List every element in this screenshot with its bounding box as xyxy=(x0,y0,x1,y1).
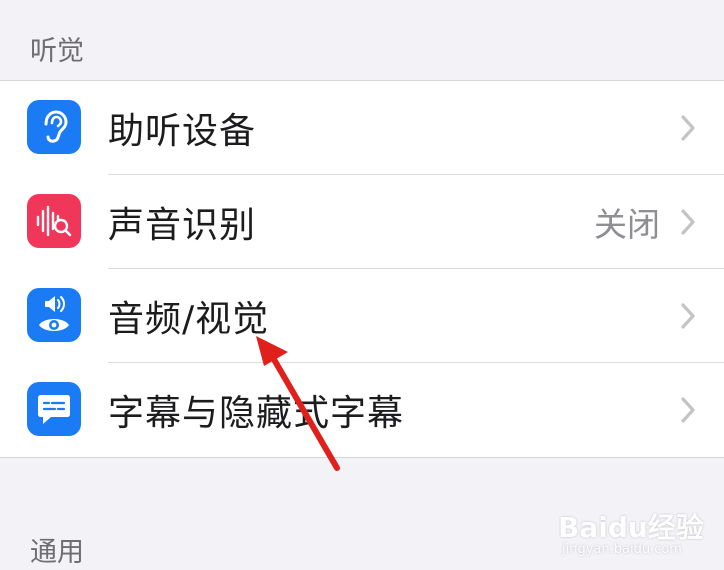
watermark-sub: jingyan.baidu.com xyxy=(562,542,682,557)
status-value: 关闭 xyxy=(594,205,660,244)
row-label: 助听设备 xyxy=(108,111,257,152)
audio-visual-icon xyxy=(27,288,81,342)
captions-icon xyxy=(27,382,81,436)
section-header-hearing: 听觉 xyxy=(30,36,84,67)
row-label: 声音识别 xyxy=(108,205,257,246)
row-hearing-devices[interactable]: 助听设备 xyxy=(0,81,724,175)
row-sound-recognition[interactable]: 声音识别 关闭 xyxy=(0,175,724,269)
row-captions[interactable]: 字幕与隐藏式字幕 xyxy=(0,363,724,457)
chevron-right-icon xyxy=(681,209,695,235)
chevron-right-icon xyxy=(681,397,695,423)
chevron-right-icon xyxy=(681,115,695,141)
row-audio-visual[interactable]: 音频/视觉 xyxy=(0,269,724,363)
row-label: 字幕与隐藏式字幕 xyxy=(108,393,405,434)
sound-recognition-icon xyxy=(27,194,81,248)
section-header-general: 通用 xyxy=(30,537,84,568)
hearing-settings-group: 助听设备 声音识别 关闭 音频/视觉 字幕与隐藏式字幕 xyxy=(0,80,724,458)
row-label: 音频/视觉 xyxy=(108,299,270,340)
ear-icon xyxy=(27,100,81,154)
watermark-main: Baidu经验 xyxy=(558,511,704,544)
chevron-right-icon xyxy=(681,303,695,329)
baidu-watermark: Baidu经验 jingyan.baidu.com xyxy=(552,500,722,568)
